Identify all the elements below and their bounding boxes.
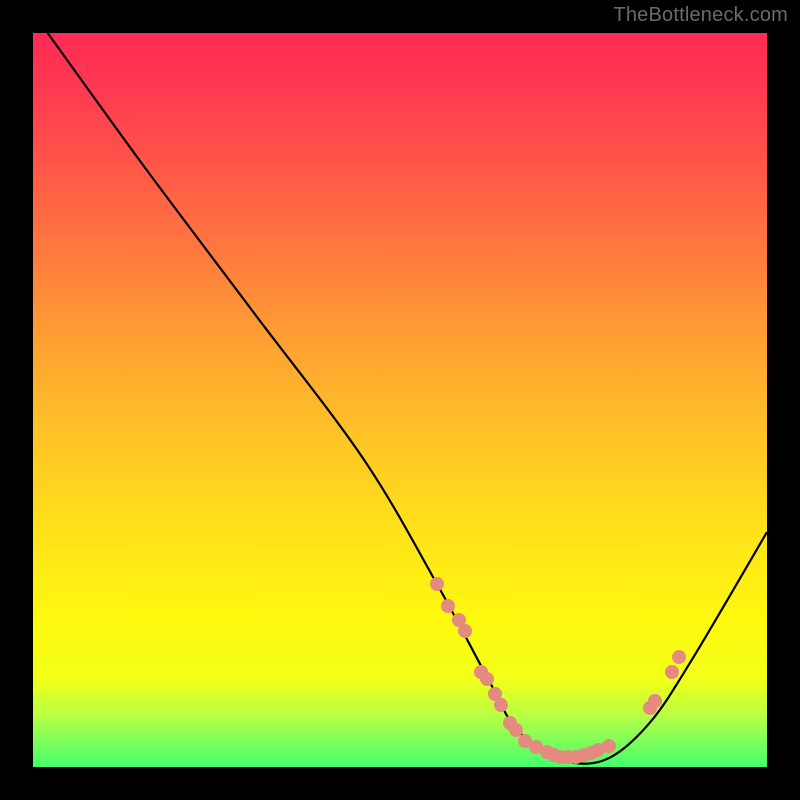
data-point-marker — [430, 577, 444, 591]
data-point-marker — [672, 650, 686, 664]
watermark-text: TheBottleneck.com — [613, 4, 788, 27]
data-point-marker — [665, 665, 679, 679]
data-point-marker — [480, 672, 494, 686]
data-point-marker — [494, 698, 508, 712]
data-point-marker — [458, 624, 472, 638]
bottleneck-curve — [33, 33, 767, 767]
data-point-marker — [441, 599, 455, 613]
chart-plot-area — [33, 33, 767, 767]
data-point-marker — [648, 694, 662, 708]
data-point-marker — [602, 739, 616, 753]
